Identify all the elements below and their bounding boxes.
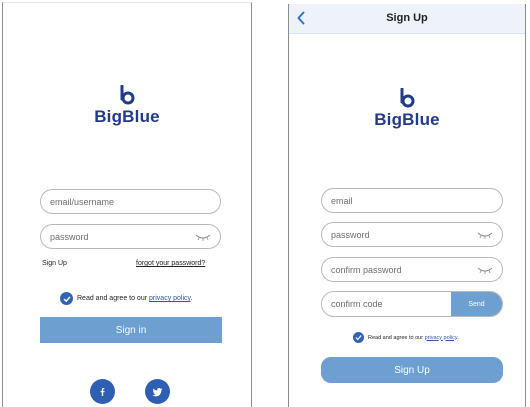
agree-text-line: Read and agree to our privacy policy.	[368, 335, 459, 341]
send-code-button[interactable]: Send	[451, 292, 502, 316]
page-title: Sign Up	[386, 12, 428, 24]
agree-label: Read and agree to our	[77, 295, 148, 302]
agree-checkbox[interactable]	[353, 332, 364, 343]
privacy-policy-link[interactable]: privacy policy	[425, 335, 458, 341]
forgot-password-link[interactable]: forgot your password?	[136, 260, 205, 267]
brand-name: BigBlue	[94, 107, 160, 126]
stage: BigBlue Sign Up forgot your password? Re…	[0, 0, 530, 407]
eye-closed-icon[interactable]	[195, 233, 211, 241]
brand-name: BigBlue	[374, 110, 440, 129]
eye-closed-icon[interactable]	[477, 266, 493, 274]
facebook-button[interactable]	[90, 379, 115, 404]
facebook-icon	[100, 387, 105, 396]
privacy-policy-link[interactable]: privacy policy	[149, 295, 191, 302]
twitter-icon	[152, 387, 163, 396]
agree-label: Read and agree to our	[368, 334, 424, 341]
sign-in-button[interactable]: Sign in	[40, 317, 222, 343]
twitter-button[interactable]	[145, 379, 170, 404]
agree-checkbox[interactable]	[60, 292, 73, 305]
sign-up-screen: Sign Up BigBlue email confirm code Send …	[288, 4, 526, 407]
agree-period: .	[190, 295, 193, 302]
password-field[interactable]	[40, 224, 221, 249]
email-username-field[interactable]	[40, 189, 221, 214]
privacy-agreement: Read and agree to our privacy policy.	[353, 332, 459, 343]
email-input[interactable]	[331, 195, 502, 206]
confirm-password-field[interactable]	[321, 257, 503, 282]
privacy-agreement: Read and agree to our privacy policy.	[60, 292, 192, 305]
brand-logo: BigBlue	[3, 85, 251, 127]
brand-logo: BigBlue	[289, 88, 525, 130]
email-username-input[interactable]	[50, 196, 220, 207]
confirm-code-field[interactable]: Send	[321, 291, 503, 317]
navigation-bar: Sign Up	[289, 4, 525, 34]
agree-period: .	[457, 334, 459, 341]
agree-text-line: Read and agree to our privacy policy.	[77, 295, 192, 302]
brand-mark-icon	[120, 85, 135, 105]
login-screen: BigBlue Sign Up forgot your password? Re…	[2, 2, 252, 407]
checkmark-icon	[63, 295, 71, 302]
sign-up-link[interactable]: Sign Up	[42, 260, 67, 267]
confirm-code-input[interactable]	[322, 292, 451, 316]
eye-closed-icon[interactable]	[477, 231, 493, 239]
brand-mark-icon	[400, 88, 415, 108]
sign-up-button[interactable]: Sign Up	[321, 357, 503, 383]
checkmark-icon	[355, 335, 362, 341]
password-field[interactable]	[321, 222, 503, 247]
email-field[interactable]	[321, 188, 503, 213]
